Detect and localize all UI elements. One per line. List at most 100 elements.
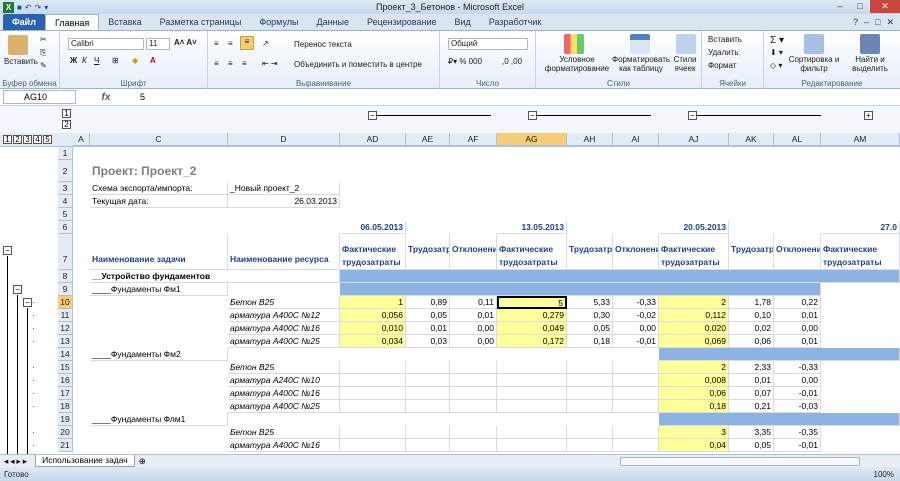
- value-cell[interactable]: 0,00: [450, 322, 497, 335]
- task-flm1[interactable]: ____Фундаменты Флм1: [90, 413, 228, 426]
- delete-cells-button[interactable]: Удалить: [708, 48, 739, 57]
- value-cell[interactable]: [450, 374, 497, 387]
- collapse-group-1[interactable]: −: [368, 111, 377, 120]
- align-middle-icon[interactable]: ≡: [228, 39, 233, 48]
- value-cell[interactable]: [450, 387, 497, 400]
- fact-labor-header[interactable]: Фактические трудозатраты: [659, 234, 729, 270]
- value-cell[interactable]: 0,89: [406, 296, 450, 309]
- col-header-ae[interactable]: AE: [406, 133, 450, 146]
- tab-data[interactable]: Данные: [307, 14, 358, 30]
- resource-name[interactable]: арматура А400С №16: [228, 322, 340, 335]
- find-icon[interactable]: [860, 34, 880, 54]
- value-cell[interactable]: 1: [340, 296, 406, 309]
- task-foundations[interactable]: __Устройство фундаментов: [90, 270, 340, 283]
- task-fm2[interactable]: ____Фундаменты Фм2: [90, 348, 228, 361]
- value-cell[interactable]: [567, 361, 613, 374]
- bold-icon[interactable]: Ж: [70, 56, 77, 65]
- resource-name[interactable]: Бетон В25: [228, 361, 340, 374]
- align-top-icon[interactable]: ≡: [214, 39, 219, 48]
- font-color-icon[interactable]: A: [150, 56, 156, 65]
- value-cell[interactable]: 0,02: [729, 322, 774, 335]
- grow-font-icon[interactable]: A˄ A˅: [174, 38, 197, 47]
- tab-developer[interactable]: Разработчик: [480, 14, 550, 30]
- col-header-d[interactable]: D: [228, 133, 340, 146]
- col-header-am[interactable]: AM: [821, 133, 900, 146]
- underline-icon[interactable]: Ч: [94, 56, 99, 65]
- value-cell[interactable]: 0,00: [774, 322, 821, 335]
- value-cell[interactable]: [450, 439, 497, 452]
- value-cell[interactable]: [406, 439, 450, 452]
- value-cell[interactable]: [340, 374, 406, 387]
- value-cell[interactable]: 0,21: [729, 400, 774, 413]
- tab-formulas[interactable]: Формулы: [250, 14, 307, 30]
- row-outline-level-2[interactable]: 2: [13, 135, 22, 144]
- value-cell[interactable]: 0,01: [406, 322, 450, 335]
- col-header-af[interactable]: AF: [450, 133, 497, 146]
- col-header-a[interactable]: A: [73, 133, 90, 146]
- undo-icon[interactable]: ↶: [25, 3, 32, 12]
- format-table-button[interactable]: Форматировать как таблицу: [612, 55, 670, 73]
- value-cell[interactable]: 0,04: [659, 439, 729, 452]
- value-cell[interactable]: 0,18: [567, 335, 613, 348]
- value-cell[interactable]: -0,02: [613, 309, 659, 322]
- clear-icon[interactable]: ◇ ▾: [770, 61, 782, 70]
- copy-icon[interactable]: ⎘: [40, 48, 46, 58]
- resource-name[interactable]: арматура А400С №12: [228, 309, 340, 322]
- resource-name[interactable]: арматура А240С №10: [228, 374, 340, 387]
- value-cell[interactable]: 1,78: [729, 296, 774, 309]
- close-button[interactable]: ✕: [870, 0, 900, 13]
- collapse-group-2[interactable]: −: [528, 111, 537, 120]
- value-cell[interactable]: [406, 426, 450, 439]
- value-cell[interactable]: 0,01: [450, 309, 497, 322]
- value-cell[interactable]: [450, 426, 497, 439]
- col-header-c[interactable]: C: [90, 133, 228, 146]
- col-header-al[interactable]: AL: [774, 133, 821, 146]
- value-cell[interactable]: -0,01: [613, 335, 659, 348]
- worksheet[interactable]: 1 2 − − − + 1 2 3 4 5 A C D AD AE AF AG …: [0, 106, 900, 454]
- value-cell[interactable]: 0,05: [406, 309, 450, 322]
- value-cell[interactable]: 0,010: [340, 322, 406, 335]
- value-cell[interactable]: [567, 439, 613, 452]
- value-cell[interactable]: 0,30: [567, 309, 613, 322]
- value-cell[interactable]: -0,03: [774, 400, 821, 413]
- maximize-button[interactable]: □: [850, 0, 870, 13]
- tab-home[interactable]: Главная: [44, 14, 100, 30]
- save-icon[interactable]: ■: [17, 3, 22, 12]
- col-header-ag[interactable]: AG: [497, 133, 567, 146]
- value-cell[interactable]: 0,06: [659, 387, 729, 400]
- active-cell[interactable]: 5: [497, 296, 567, 309]
- value-cell[interactable]: 0,07: [729, 387, 774, 400]
- value-cell[interactable]: 0,01: [729, 374, 774, 387]
- value-cell[interactable]: [613, 361, 659, 374]
- deviation-header[interactable]: Отклонение: [450, 234, 497, 270]
- value-cell[interactable]: 0,00: [450, 335, 497, 348]
- fact-labor-header[interactable]: Фактические трудозатраты: [821, 234, 900, 270]
- sort-filter-button[interactable]: Сортировка и фильтр: [788, 55, 840, 73]
- row-header[interactable]: 21: [58, 439, 73, 452]
- deviation-header[interactable]: Отклонение: [613, 234, 659, 270]
- value-cell[interactable]: 0,00: [774, 374, 821, 387]
- row-outline-level-1[interactable]: 1: [3, 135, 12, 144]
- labor-header[interactable]: Трудозатраты: [729, 234, 774, 270]
- value-cell[interactable]: [340, 361, 406, 374]
- resource-name[interactable]: арматура А400С №25: [228, 400, 340, 413]
- export-scheme-value[interactable]: _Новый проект_2: [228, 182, 340, 195]
- format-painter-icon[interactable]: ✎: [40, 61, 47, 70]
- ribbon-minimize-icon[interactable]: –: [864, 14, 869, 30]
- value-cell[interactable]: 0,11: [450, 296, 497, 309]
- resource-name[interactable]: арматура А400С №16: [228, 387, 340, 400]
- tab-review[interactable]: Рецензирование: [358, 14, 446, 30]
- value-cell[interactable]: 0,10: [729, 309, 774, 322]
- row-header[interactable]: 10: [58, 296, 73, 309]
- value-cell[interactable]: 0,05: [567, 322, 613, 335]
- number-format-select[interactable]: Общий: [448, 38, 528, 50]
- value-cell[interactable]: 0,020: [659, 322, 729, 335]
- row-header[interactable]: 16: [58, 374, 73, 387]
- col-header-ak[interactable]: AK: [729, 133, 774, 146]
- conditional-format-icon[interactable]: [564, 34, 584, 54]
- task-name-header[interactable]: Наименование задачи: [90, 234, 228, 270]
- tab-file[interactable]: Файл: [3, 14, 45, 30]
- sort-filter-icon[interactable]: [804, 34, 824, 54]
- value-cell[interactable]: 2: [659, 361, 729, 374]
- value-cell[interactable]: [497, 439, 567, 452]
